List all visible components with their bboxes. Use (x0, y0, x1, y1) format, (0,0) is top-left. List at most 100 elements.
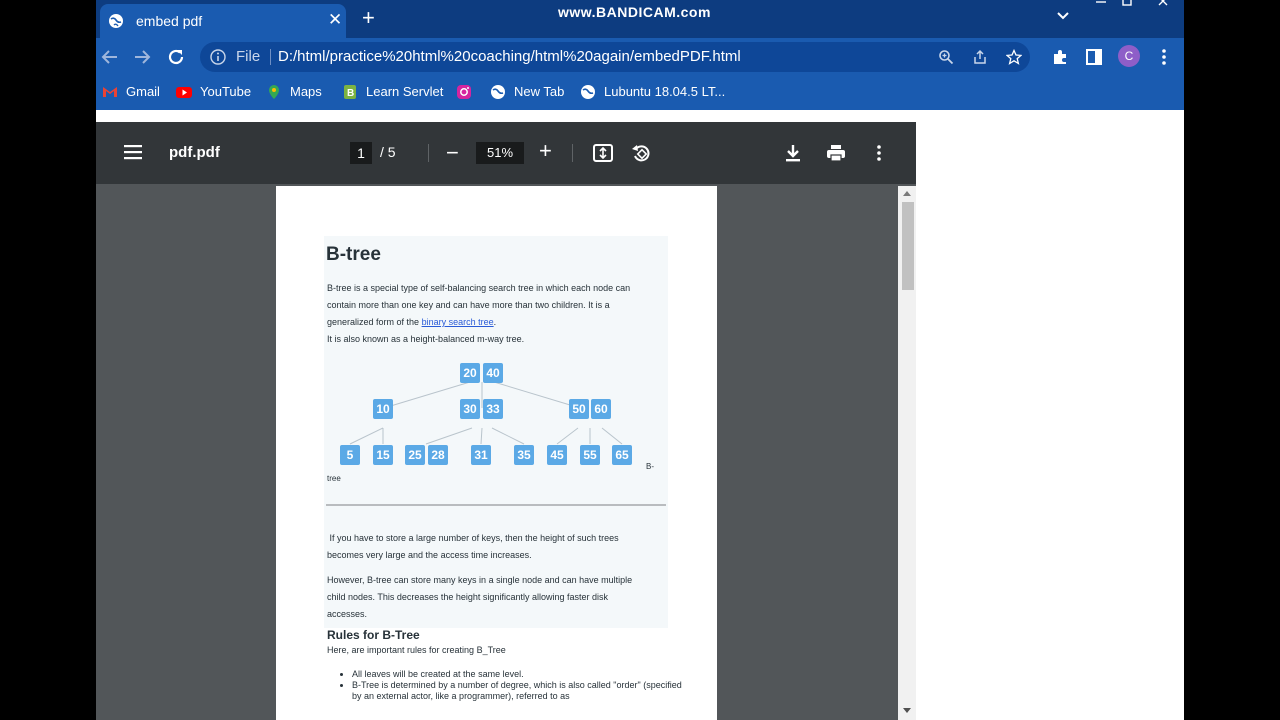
print-icon[interactable] (825, 142, 847, 164)
toolbar-divider (428, 144, 429, 162)
maps-icon (269, 84, 279, 99)
site-info-icon[interactable] (210, 49, 226, 65)
list-item: All leaves will be created at the same l… (352, 669, 682, 680)
back-icon[interactable] (100, 47, 120, 67)
tab-embed-pdf[interactable]: embed pdf ✕ (100, 4, 346, 38)
bookmark-youtube[interactable]: YouTube (176, 82, 251, 102)
paragraph-height: If you have to store a large number of k… (327, 530, 619, 564)
text-line: If you have to store a large number of k… (327, 533, 619, 543)
forward-icon[interactable] (132, 47, 152, 67)
horizontal-rule (326, 504, 666, 506)
text-line: contain more than one key and can have m… (327, 300, 610, 310)
bookmark-star-icon[interactable] (1006, 49, 1022, 65)
page-total: / 5 (380, 144, 396, 160)
bookmark-label: Gmail (126, 84, 160, 99)
reload-icon[interactable] (166, 47, 186, 67)
youtube-icon (176, 86, 192, 98)
hamburger-menu-icon[interactable] (124, 144, 142, 160)
bookmark-label: New Tab (514, 84, 565, 99)
zoom-level-input[interactable]: 51% (476, 142, 524, 164)
list-item: B-Tree is determined by a number of degr… (352, 680, 682, 702)
figure-caption: B- (646, 462, 654, 471)
close-window-icon[interactable] (1154, 0, 1172, 8)
tree-node: 25 (405, 445, 425, 465)
browser-window: embed pdf ✕ + www.BANDICAM.com File D:/h… (96, 0, 1184, 720)
pdf-page: B-tree B-tree is a special type of self-… (276, 186, 717, 720)
pdf-toolbar: pdf.pdf 1 / 5 − 51% + (96, 122, 916, 184)
maximize-icon[interactable] (1118, 0, 1136, 8)
bookmark-maps[interactable]: Maps (266, 82, 322, 102)
globe-icon (109, 14, 123, 28)
text-line: It is also known as a height-balanced m-… (327, 334, 525, 344)
tab-title: embed pdf (136, 13, 203, 29)
bookmark-instagram[interactable] (456, 82, 480, 102)
bookmark-learn-servlet[interactable]: B Learn Servlet (342, 82, 443, 102)
download-icon[interactable] (782, 142, 804, 164)
fit-to-page-icon[interactable] (592, 142, 614, 164)
text-fragment: generalized form of the (327, 317, 420, 327)
tree-node: 55 (580, 445, 600, 465)
browser-menu-icon[interactable] (1154, 47, 1174, 67)
scroll-down-icon[interactable] (903, 708, 911, 714)
page-heading: B-tree (326, 244, 381, 265)
tree-node: 40 (483, 363, 503, 383)
zoom-in-button[interactable]: + (539, 138, 552, 164)
zoom-icon[interactable] (938, 49, 954, 65)
url-scheme: File (236, 48, 261, 65)
bookmark-new-tab[interactable]: New Tab (490, 82, 564, 102)
pdf-file-name: pdf.pdf (169, 144, 220, 161)
zoom-out-button[interactable]: − (446, 140, 459, 166)
tree-node: 15 (373, 445, 393, 465)
bookmark-label: Learn Servlet (366, 84, 444, 99)
page-number-input[interactable]: 1 (350, 142, 372, 164)
pdf-viewer: pdf.pdf 1 / 5 − 51% + B-tree B-tree is a… (96, 122, 916, 720)
scroll-up-icon[interactable] (903, 190, 911, 196)
new-tab-button[interactable]: + (362, 5, 375, 31)
gmail-icon (103, 86, 117, 97)
url-divider (270, 49, 271, 65)
text-line: However, B-tree can store many keys in a… (327, 575, 633, 585)
bookmark-gmail[interactable]: Gmail (102, 82, 160, 102)
scrollbar[interactable] (898, 186, 916, 720)
tree-node: 10 (373, 399, 393, 419)
side-panel-icon[interactable] (1084, 47, 1104, 67)
bookmark-label: YouTube (200, 84, 252, 99)
tree-node: 28 (428, 445, 448, 465)
profile-avatar[interactable]: C (1118, 45, 1140, 67)
url-text[interactable]: D:/html/practice%20html%20coaching/html%… (278, 48, 741, 65)
toolbar-divider (572, 144, 573, 162)
extensions-icon[interactable] (1050, 47, 1070, 67)
bandicam-watermark: www.BANDICAM.com (558, 4, 711, 20)
minimize-icon[interactable] (1092, 0, 1110, 8)
tree-node: 20 (460, 363, 480, 383)
text-line: becomes very large and the access time i… (327, 550, 532, 560)
address-bar[interactable]: File D:/html/practice%20html%20coaching/… (200, 42, 1030, 72)
browser-toolbar: File D:/html/practice%20html%20coaching/… (96, 38, 1184, 76)
tree-node: 65 (612, 445, 632, 465)
paragraph-multiple-keys: However, B-tree can store many keys in a… (327, 572, 632, 623)
rules-list: All leaves will be created at the same l… (336, 669, 682, 702)
svg-text:B: B (347, 88, 354, 99)
text-line: generalized form of the binary search tr… (327, 314, 630, 331)
bookmark-label: Maps (290, 84, 322, 99)
text-line: accesses. (327, 609, 368, 619)
chevron-down-icon[interactable] (1056, 9, 1070, 23)
share-icon[interactable] (972, 49, 988, 65)
tree-node: 30 (460, 399, 480, 419)
scrollbar-thumb[interactable] (902, 202, 914, 290)
tree-node: 31 (471, 445, 491, 465)
rules-heading: Rules for B-Tree (327, 628, 420, 642)
instagram-icon (457, 84, 471, 99)
tree-node: 5 (340, 445, 360, 465)
tree-node: 35 (514, 445, 534, 465)
tree-node: 60 (591, 399, 611, 419)
more-options-icon[interactable] (868, 142, 890, 164)
rotate-icon[interactable] (630, 142, 652, 164)
bookmark-lubuntu[interactable]: Lubuntu 18.04.5 LT... (580, 82, 725, 102)
tab-strip: embed pdf ✕ + www.BANDICAM.com (96, 0, 1184, 38)
binary-search-tree-link[interactable]: binary search tree (422, 317, 494, 327)
text-fragment: . (493, 317, 497, 327)
globe-icon (491, 84, 505, 99)
text-line: child nodes. This decreases the height s… (327, 592, 608, 602)
tab-close-icon[interactable]: ✕ (328, 10, 342, 30)
